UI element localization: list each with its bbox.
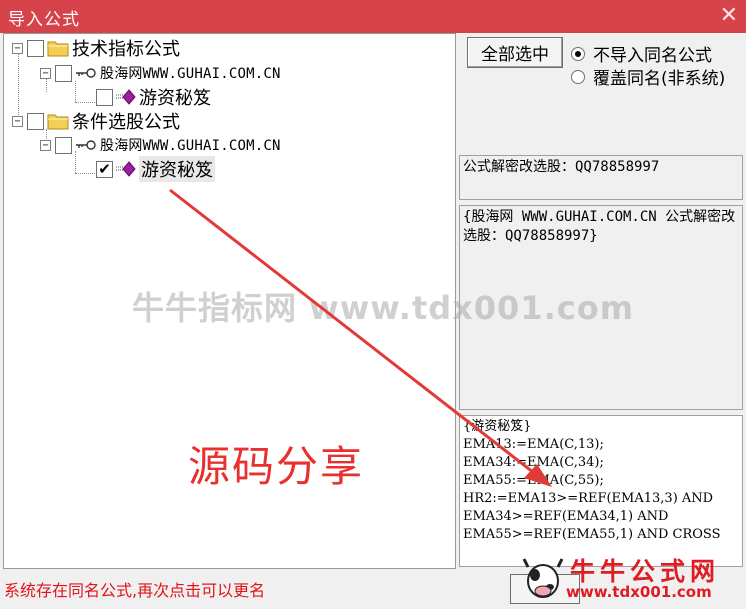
window-title: 导入公式 — [8, 10, 80, 30]
site-logo: 牛牛公式网 www.tdx001.com — [518, 549, 742, 605]
source-label: 股海网WWW.GUHAI.COM.CN — [100, 138, 281, 154]
radio-no-import[interactable]: 不导入同名公式 — [571, 41, 712, 66]
description-text: {股海网 WWW.GUHAI.COM.CN 公式解密改选股：QQ78858997… — [463, 209, 736, 244]
radio-label: 覆盖同名(非系统) — [593, 69, 726, 89]
checkbox-item-2[interactable]: ✔ — [96, 160, 113, 178]
tree-node-group-1[interactable]: − 技术指标公式 — [12, 37, 180, 60]
folder-icon — [47, 41, 69, 57]
contact-box: 公式解密改选股：QQ78858997 — [459, 155, 743, 200]
radio-overwrite[interactable]: 覆盖同名(非系统) — [571, 64, 725, 89]
checkbox-group-1[interactable] — [27, 39, 44, 57]
group-label: 条件选股公式 — [72, 112, 180, 133]
select-all-button[interactable]: 全部选中 — [467, 37, 563, 68]
group-label: 技术指标公式 — [72, 39, 180, 60]
checkbox-item-1[interactable] — [96, 88, 113, 106]
tree-node-item-2[interactable]: ✔ 游资秘笈 — [96, 156, 215, 182]
collapse-toggle[interactable]: − — [40, 67, 51, 79]
annotation-text: 源码分享 — [188, 442, 365, 491]
key-icon — [76, 140, 96, 150]
radio-dot[interactable] — [571, 46, 585, 61]
checkbox-group-2[interactable] — [27, 112, 44, 130]
radio-dot[interactable] — [571, 69, 585, 84]
watermark-text: 牛牛指标网 www.tdx001.com — [132, 289, 635, 327]
collapse-toggle[interactable]: − — [12, 42, 23, 54]
title-bar: 导入公式 ✕ — [0, 0, 746, 33]
collapse-toggle[interactable]: − — [40, 139, 51, 151]
tree-node-source-2[interactable]: − 股海网WWW.GUHAI.COM.CN — [40, 134, 281, 156]
collapse-toggle[interactable]: − — [12, 115, 23, 127]
item-label: 游资秘笈 — [139, 88, 211, 109]
formula-code: {游资秘笈} EMA13:=EMA(C,13); EMA34:=EMA(C,34… — [463, 419, 721, 542]
logo-url: www.tdx001.com — [566, 583, 712, 601]
radio-label: 不导入同名公式 — [593, 46, 712, 66]
folder-icon — [47, 114, 69, 130]
close-icon[interactable]: ✕ — [720, 3, 738, 28]
status-message: 系统存在同名公式,再次点击可以更名 — [4, 581, 266, 600]
key-icon — [76, 68, 96, 78]
tree-node-group-2[interactable]: − 条件选股公式 — [12, 110, 180, 133]
formula-code-box[interactable]: {游资秘笈} EMA13:=EMA(C,13); EMA34:=EMA(C,34… — [459, 415, 743, 567]
contact-text: 公式解密改选股：QQ78858997 — [463, 159, 660, 175]
checkbox-source-2[interactable] — [55, 136, 72, 154]
formula-diamond-icon — [116, 89, 136, 105]
tree-node-item-1[interactable]: 游资秘笈 — [96, 86, 211, 109]
formula-diamond-icon — [116, 161, 136, 177]
checkbox-source-1[interactable] — [55, 64, 72, 82]
tree-node-source-1[interactable]: − 股海网WWW.GUHAI.COM.CN — [40, 62, 281, 84]
cow-mascot-icon — [522, 558, 564, 598]
source-label: 股海网WWW.GUHAI.COM.CN — [100, 66, 281, 82]
item-label: 游资秘笈 — [139, 156, 215, 182]
